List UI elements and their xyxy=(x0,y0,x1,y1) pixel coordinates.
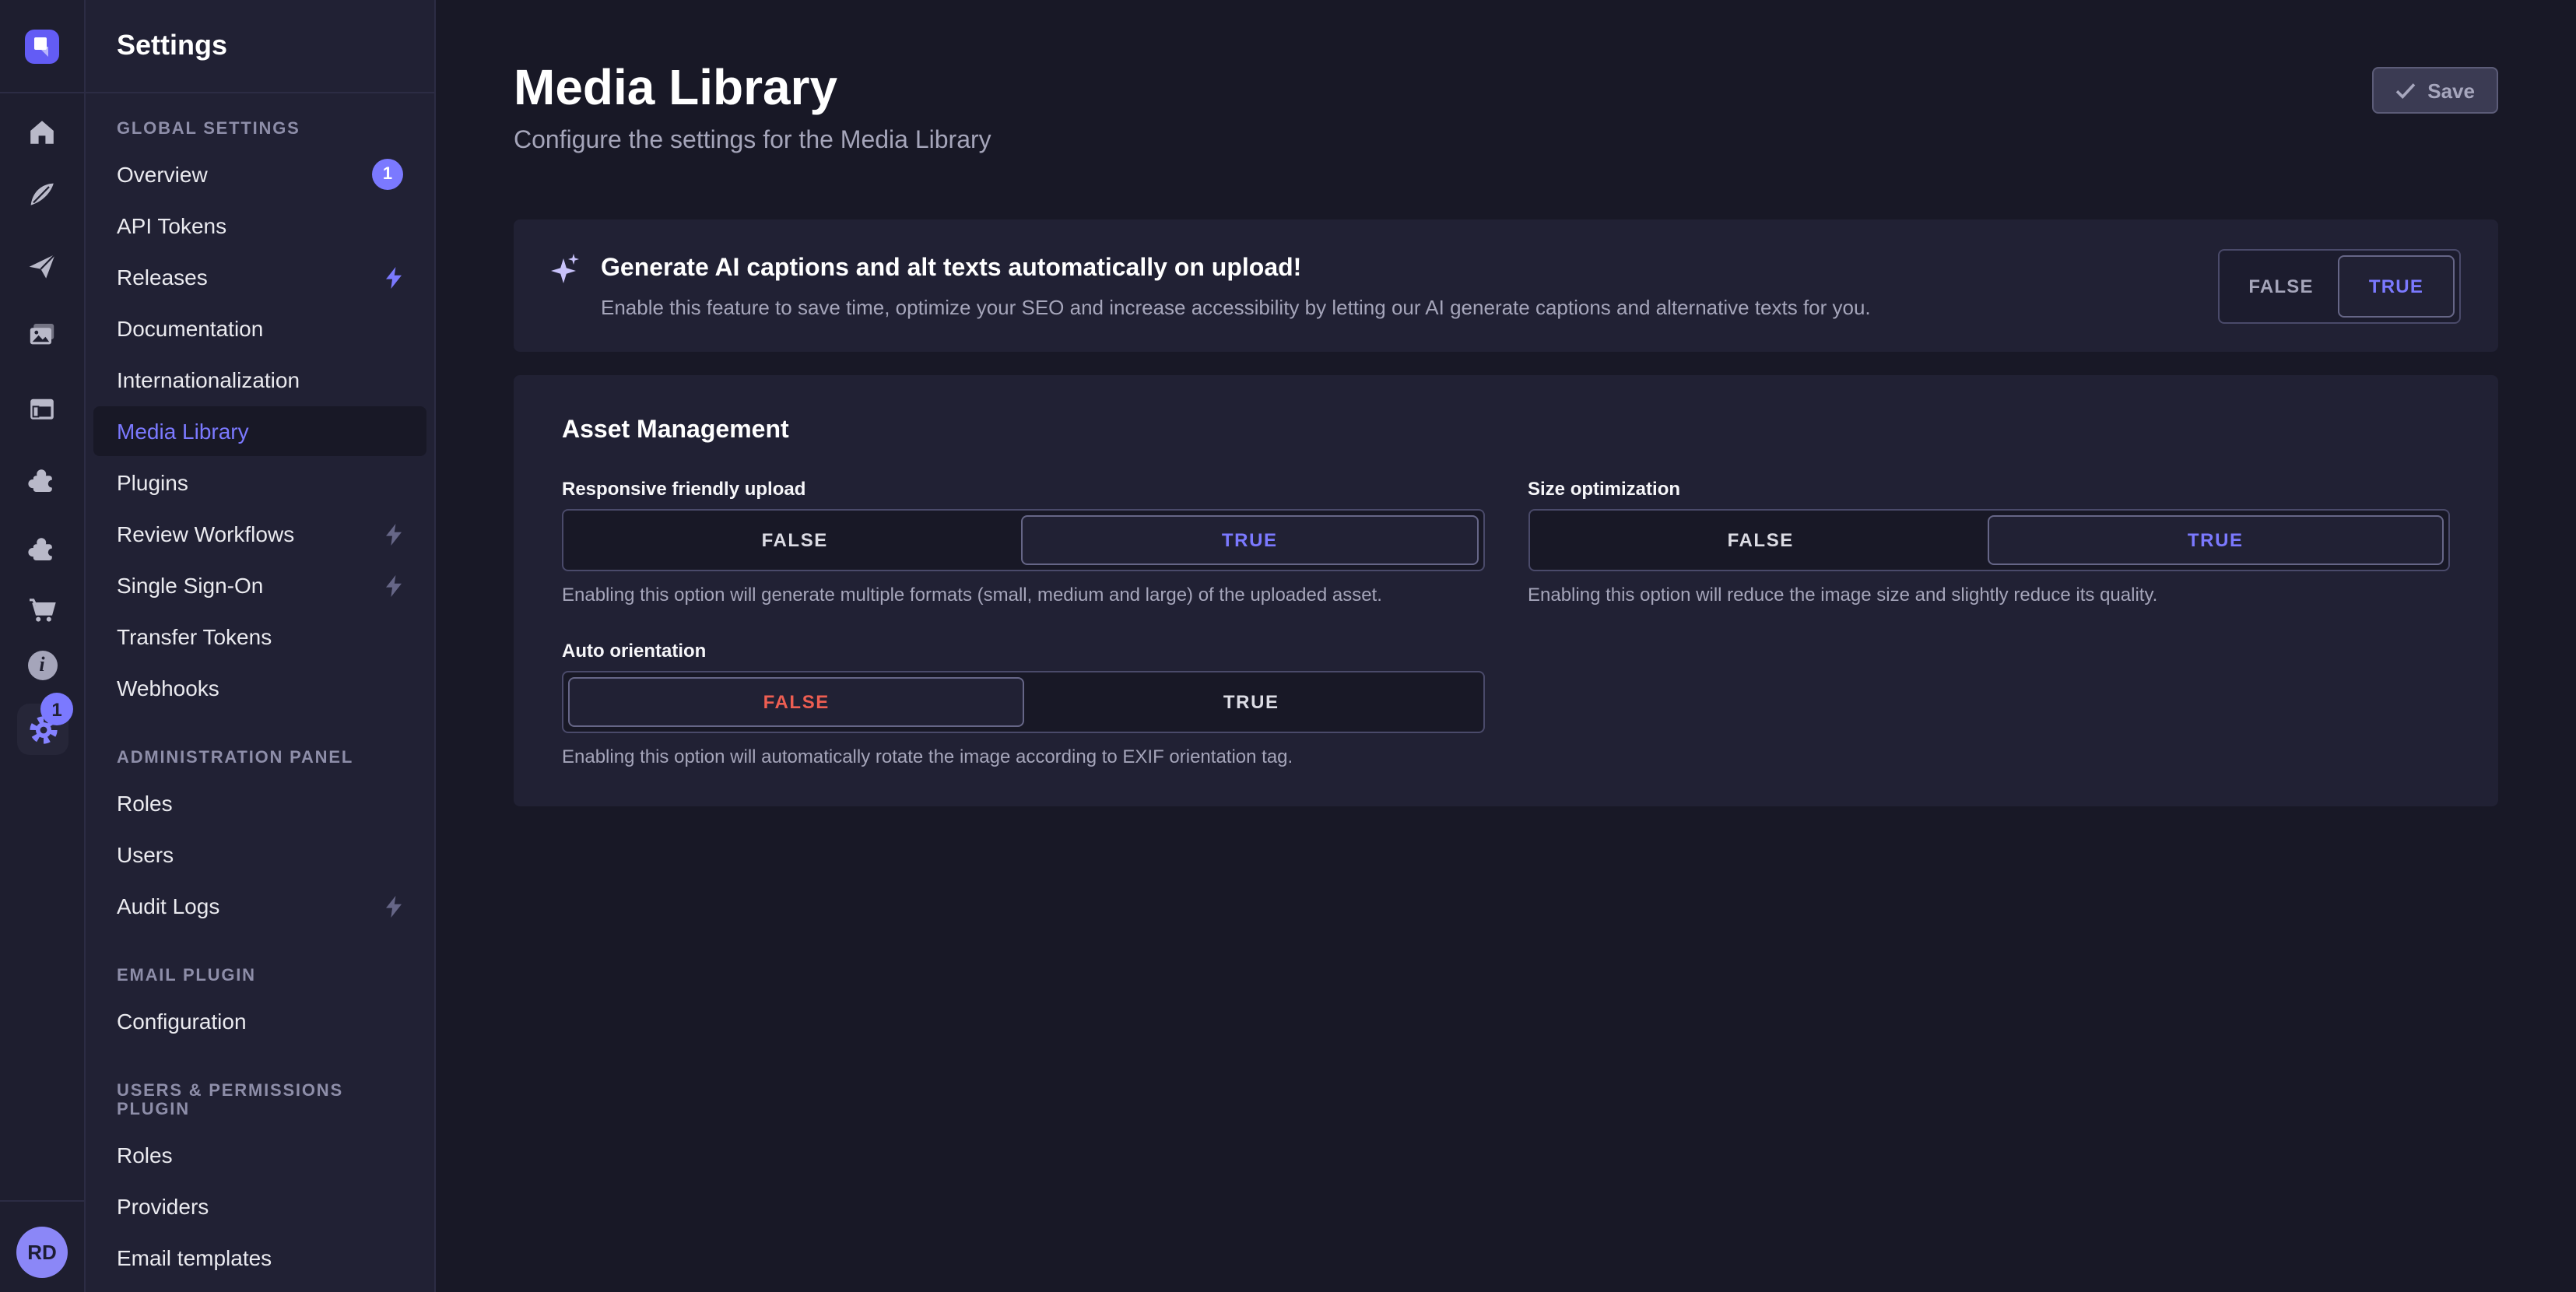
lightning-icon xyxy=(384,574,403,597)
field-label: Auto orientation xyxy=(562,640,1484,662)
sidebar-item-audit-logs[interactable]: Audit Logs xyxy=(93,881,426,931)
sidebar-item-documentation[interactable]: Documentation xyxy=(93,304,426,353)
puzzle-icon[interactable] xyxy=(25,462,59,497)
field-size-optimization: Size optimization FALSE TRUE Enabling th… xyxy=(1528,478,2450,607)
toggle-false-option[interactable]: FALSE xyxy=(568,677,1025,727)
sidebar-item-users[interactable]: Users xyxy=(93,830,426,879)
sidebar-item-review-workflows[interactable]: Review Workflows xyxy=(93,509,426,559)
sidebar-item-single-sign-on[interactable]: Single Sign-On xyxy=(93,560,426,610)
lightning-icon xyxy=(384,265,403,289)
info-icon[interactable]: i xyxy=(25,648,59,682)
strapi-logo-icon[interactable] xyxy=(25,29,59,63)
sidebar-item-api-tokens[interactable]: API Tokens xyxy=(93,201,426,251)
rail-divider xyxy=(0,1200,84,1202)
sidebar-item-internationalization[interactable]: Internationalization xyxy=(93,355,426,405)
sidebar-item-up-roles[interactable]: Roles xyxy=(93,1130,426,1180)
sidebar-item-configuration[interactable]: Configuration xyxy=(93,996,426,1046)
field-auto-orientation: Auto orientation FALSE TRUE Enabling thi… xyxy=(562,640,1484,769)
save-button[interactable]: Save xyxy=(2371,67,2498,114)
feather-icon[interactable] xyxy=(25,177,59,212)
responsive-upload-toggle: FALSE TRUE xyxy=(562,509,1484,571)
ai-captions-toggle: FALSE TRUE xyxy=(2218,248,2461,323)
page-subtitle: Configure the settings for the Media Lib… xyxy=(514,128,991,156)
section-label: EMAIL PLUGIN xyxy=(86,967,434,985)
sidebar-item-webhooks[interactable]: Webhooks xyxy=(93,663,426,713)
section-global-settings: GLOBAL SETTINGS Overview 1 API Tokens Re… xyxy=(86,120,434,713)
page-title: Media Library xyxy=(514,59,991,115)
sidebar-item-plugins[interactable]: Plugins xyxy=(93,458,426,507)
user-avatar[interactable]: RD xyxy=(16,1227,68,1278)
section-label: ADMINISTRATION PANEL xyxy=(86,749,434,767)
sidebar-item-email-templates[interactable]: Email templates xyxy=(93,1233,426,1283)
main-nav-rail: i 1 RD xyxy=(0,0,86,1292)
field-label: Responsive friendly upload xyxy=(562,478,1484,500)
sidebar-header: Settings xyxy=(86,0,434,93)
settings-sidebar: Settings GLOBAL SETTINGS Overview 1 API … xyxy=(86,0,436,1292)
lightning-icon xyxy=(384,894,403,918)
section-label: USERS & PERMISSIONS PLUGIN xyxy=(86,1082,434,1119)
panel-title: Asset Management xyxy=(562,417,2450,445)
sidebar-item-releases[interactable]: Releases xyxy=(93,252,426,302)
auto-orientation-toggle: FALSE TRUE xyxy=(562,671,1484,733)
field-label: Size optimization xyxy=(1528,478,2450,500)
toggle-false-option[interactable]: FALSE xyxy=(1534,515,1988,565)
asset-management-panel: Asset Management Responsive friendly upl… xyxy=(514,375,2498,806)
ai-captions-banner: Generate AI captions and alt texts autom… xyxy=(514,219,2498,352)
toggle-false-option[interactable]: FALSE xyxy=(568,515,1022,565)
field-hint: Enabling this option will automatically … xyxy=(562,746,1484,769)
toggle-true-option[interactable]: TRUE xyxy=(1025,677,1479,727)
field-hint: Enabling this option will generate multi… xyxy=(562,584,1484,607)
section-users-permissions-plugin: USERS & PERMISSIONS PLUGIN Roles Provide… xyxy=(86,1082,434,1283)
puzzle-icon[interactable] xyxy=(25,531,59,565)
sparkle-icon xyxy=(551,253,582,284)
app-window: i 1 RD Settings GLOBAL SETTINGS Overview… xyxy=(0,0,2576,1292)
size-optimization-toggle: FALSE TRUE xyxy=(1528,509,2450,571)
banner-description: Enable this feature to save time, optimi… xyxy=(601,295,2196,320)
layout-icon[interactable] xyxy=(25,392,59,427)
page-header: Media Library Configure the settings for… xyxy=(514,59,2498,156)
toggle-true-option[interactable]: TRUE xyxy=(1988,515,2444,565)
check-icon xyxy=(2395,82,2415,99)
media-library-icon[interactable] xyxy=(25,318,59,352)
field-responsive-friendly-upload: Responsive friendly upload FALSE TRUE En… xyxy=(562,478,1484,607)
home-icon[interactable] xyxy=(25,115,59,149)
sidebar-item-providers[interactable]: Providers xyxy=(93,1181,426,1231)
section-administration-panel: ADMINISTRATION PANEL Roles Users Audit L… xyxy=(86,749,434,931)
settings-notification-badge: 1 xyxy=(40,693,73,725)
main-content: Media Library Configure the settings for… xyxy=(436,0,2576,1292)
sidebar-item-overview[interactable]: Overview 1 xyxy=(93,149,426,199)
toggle-true-option[interactable]: TRUE xyxy=(2338,255,2455,317)
toggle-true-option[interactable]: TRUE xyxy=(1022,515,1479,565)
field-hint: Enabling this option will reduce the ima… xyxy=(1528,584,2450,607)
toggle-false-option[interactable]: FALSE xyxy=(2224,255,2338,317)
brand-header xyxy=(0,0,84,93)
banner-title: Generate AI captions and alt texts autom… xyxy=(601,251,1301,286)
section-label: GLOBAL SETTINGS xyxy=(86,120,434,139)
paper-plane-icon[interactable] xyxy=(25,249,59,283)
overview-count-badge: 1 xyxy=(372,159,403,190)
sidebar-item-transfer-tokens[interactable]: Transfer Tokens xyxy=(93,612,426,662)
sidebar-title: Settings xyxy=(117,30,227,62)
section-email-plugin: EMAIL PLUGIN Configuration xyxy=(86,967,434,1046)
cart-icon[interactable] xyxy=(25,593,59,627)
sidebar-item-roles[interactable]: Roles xyxy=(93,778,426,828)
sidebar-item-media-library[interactable]: Media Library xyxy=(93,406,426,456)
lightning-icon xyxy=(384,522,403,546)
